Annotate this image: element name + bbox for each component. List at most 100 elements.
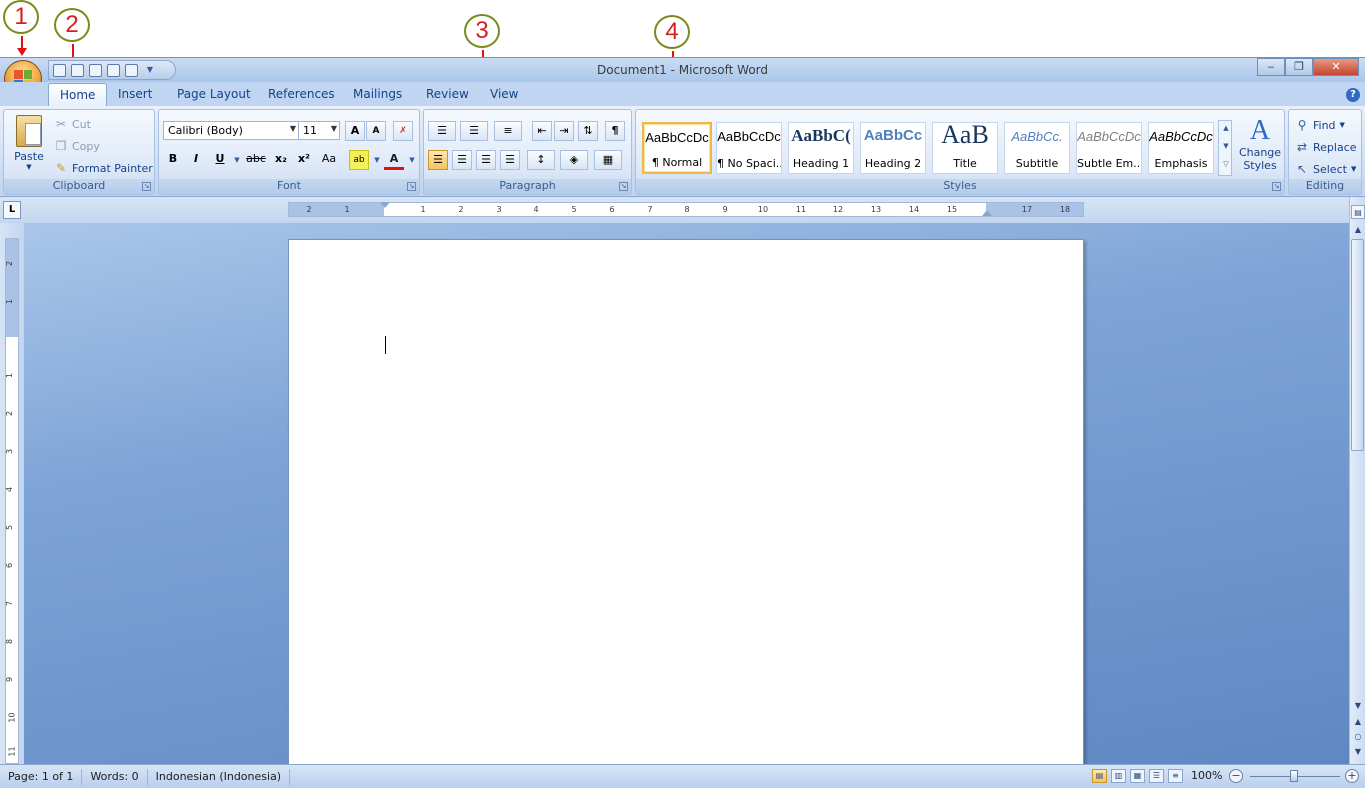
show-formatting-marks-button[interactable]: ¶	[605, 121, 625, 141]
style-title[interactable]: AaB Title	[932, 122, 998, 174]
ruler-number: 15	[946, 205, 958, 214]
style-subtitle[interactable]: AaBbCc. Subtitle	[1004, 122, 1070, 174]
vertical-scrollbar[interactable]: ▤ ▲ ▼ ▲ ○ ▼	[1349, 197, 1365, 764]
style-heading-1[interactable]: AaBbC( Heading 1	[788, 122, 854, 174]
style-emphasis[interactable]: AaBbCcDc Emphasis	[1148, 122, 1214, 174]
style-normal[interactable]: AaBbCcDc ¶ Normal	[642, 122, 712, 174]
draft-view-icon[interactable]: ≡	[1168, 769, 1183, 783]
multilevel-list-icon[interactable]: ≡	[494, 121, 522, 141]
select-button[interactable]: ↖ Select ▼	[1295, 162, 1356, 176]
tab-view[interactable]: View	[490, 87, 518, 101]
underline-button[interactable]: U	[210, 150, 230, 170]
restore-button[interactable]: ❐	[1285, 58, 1313, 76]
full-screen-reading-view-icon[interactable]: ▥	[1111, 769, 1126, 783]
copy-button[interactable]: ❐ Copy	[54, 139, 100, 153]
paragraph-launcher-icon[interactable]: ↘	[619, 182, 628, 191]
font-launcher-icon[interactable]: ↘	[407, 182, 416, 191]
close-button[interactable]: ✕	[1313, 58, 1359, 76]
page-count-status[interactable]: Page: 1 of 1	[0, 768, 83, 785]
sort-icon[interactable]: ⇅	[578, 121, 598, 141]
tab-references[interactable]: References	[268, 87, 335, 101]
font-size-combo[interactable]: 11 ▼	[298, 121, 340, 140]
styles-launcher-icon[interactable]: ↘	[1272, 182, 1281, 191]
scroll-thumb[interactable]	[1351, 239, 1364, 451]
customize-qat-icon[interactable]: ▼	[143, 63, 157, 77]
bullets-icon[interactable]: ☰	[428, 121, 456, 141]
next-page-icon[interactable]: ▼	[1351, 745, 1365, 759]
help-icon[interactable]: ?	[1346, 88, 1360, 102]
highlight-dropdown-icon[interactable]: ▼	[370, 153, 384, 167]
font-color-button[interactable]: A	[384, 150, 404, 170]
styles-scroll-down-icon[interactable]: ▼	[1219, 139, 1233, 157]
view-ruler-icon[interactable]: ▤	[1351, 205, 1365, 219]
tab-stop-selector[interactable]: L	[3, 201, 21, 219]
format-painter-button[interactable]: ✎ Format Painter	[54, 161, 153, 175]
tab-mailings[interactable]: Mailings	[353, 87, 402, 101]
print-preview-icon[interactable]	[125, 63, 138, 77]
borders-icon[interactable]: ▦	[594, 150, 622, 170]
redo-icon[interactable]	[89, 63, 102, 77]
zoom-level[interactable]: 100%	[1191, 769, 1222, 782]
first-line-indent-marker[interactable]	[380, 202, 390, 208]
underline-dropdown-icon[interactable]: ▼	[230, 153, 244, 167]
zoom-in-icon[interactable]: +	[1345, 769, 1359, 783]
scroll-up-icon[interactable]: ▲	[1351, 223, 1365, 237]
align-left-icon[interactable]: ☰	[428, 150, 448, 170]
language-status[interactable]: Indonesian (Indonesia)	[148, 768, 291, 785]
zoom-slider-thumb[interactable]	[1290, 770, 1298, 782]
bold-button[interactable]: B	[163, 150, 183, 170]
style-subtle-emphasis[interactable]: AaBbCcDc Subtle Em...	[1076, 122, 1142, 174]
document-page[interactable]	[288, 239, 1084, 764]
tab-insert[interactable]: Insert	[118, 87, 152, 101]
tab-review[interactable]: Review	[426, 87, 469, 101]
highlight-button[interactable]: ab	[349, 150, 369, 170]
find-button[interactable]: ⚲ Find ▼	[1295, 118, 1345, 132]
select-browse-object-icon[interactable]: ○	[1351, 730, 1365, 744]
new-document-icon[interactable]	[107, 63, 120, 77]
right-indent-marker[interactable]	[982, 210, 992, 216]
horizontal-ruler[interactable]: 2 1 1 2 3 4 5 6 7 8 9 10 11 12 13 14 15 …	[288, 202, 1084, 217]
cut-button[interactable]: ✂ Cut	[54, 117, 91, 131]
font-family-combo[interactable]: Calibri (Body) ▼	[163, 121, 299, 140]
tab-page-layout[interactable]: Page Layout	[177, 87, 251, 101]
grow-font-button[interactable]: A	[345, 121, 365, 141]
clipboard-launcher-icon[interactable]: ↘	[142, 182, 151, 191]
paste-dropdown-icon: ▼	[26, 163, 32, 171]
align-center-icon[interactable]: ☰	[452, 150, 472, 170]
italic-button[interactable]: I	[186, 150, 206, 170]
styles-scroll-up-icon[interactable]: ▲	[1219, 121, 1233, 139]
subscript-button[interactable]: x₂	[271, 150, 291, 170]
undo-icon[interactable]	[71, 63, 84, 77]
decrease-indent-icon[interactable]: ⇤	[532, 121, 552, 141]
outline-view-icon[interactable]: ☰	[1149, 769, 1164, 783]
paste-button[interactable]: Paste ▼	[10, 113, 48, 173]
justify-icon[interactable]: ☰	[500, 150, 520, 170]
numbering-icon[interactable]: ☰	[460, 121, 488, 141]
scroll-down-icon[interactable]: ▼	[1351, 699, 1365, 713]
superscript-button[interactable]: x²	[294, 150, 314, 170]
align-right-icon[interactable]: ☰	[476, 150, 496, 170]
vertical-ruler[interactable]: 2 1 1 2 3 4 5 6 7 8 9 10 11	[0, 223, 24, 764]
print-layout-view-icon[interactable]: ▤	[1092, 769, 1107, 783]
strikethrough-button[interactable]: abc	[244, 150, 268, 170]
styles-more-icon[interactable]: ▽	[1219, 157, 1233, 175]
shrink-font-button[interactable]: A	[366, 121, 386, 141]
style-no-spacing[interactable]: AaBbCcDc ¶ No Spaci...	[716, 122, 782, 174]
style-heading-2[interactable]: AaBbCc Heading 2	[860, 122, 926, 174]
shading-icon[interactable]: ◈	[560, 150, 588, 170]
line-spacing-icon[interactable]: ↕	[527, 150, 555, 170]
replace-button[interactable]: ⇄ Replace	[1295, 140, 1357, 154]
change-case-button[interactable]: Aa	[317, 150, 341, 170]
minimize-button[interactable]: ‒	[1257, 58, 1285, 76]
zoom-out-icon[interactable]: −	[1229, 769, 1243, 783]
increase-indent-icon[interactable]: ⇥	[554, 121, 574, 141]
change-styles-button[interactable]: A Change Styles	[1238, 116, 1282, 178]
save-icon[interactable]	[53, 63, 66, 77]
editing-group-label: Editing	[1289, 179, 1361, 194]
clear-formatting-icon[interactable]: ✗	[393, 121, 413, 141]
word-count-status[interactable]: Words: 0	[82, 768, 148, 785]
tab-home[interactable]: Home	[48, 83, 108, 108]
font-color-dropdown-icon[interactable]: ▼	[405, 153, 419, 167]
web-layout-view-icon[interactable]: ▦	[1130, 769, 1145, 783]
previous-page-icon[interactable]: ▲	[1351, 715, 1365, 729]
